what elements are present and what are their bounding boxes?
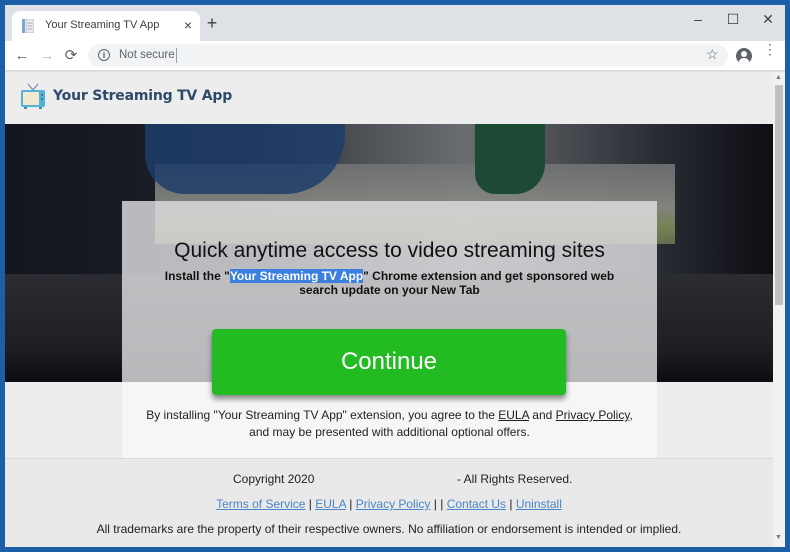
hero-player-left: [145, 124, 345, 194]
scroll-thumb[interactable]: [775, 85, 783, 305]
scroll-up-arrow-icon[interactable]: ▲: [775, 74, 782, 81]
browser-menu-icon[interactable]: ⋮: [763, 42, 777, 66]
browser-toolbar: ← → ⟳ i Not secure ☆ ⋮: [5, 41, 785, 71]
reload-button[interactable]: ⟳: [60, 45, 82, 67]
selected-text: Your Streaming TV App: [229, 269, 364, 283]
headline: Quick anytime access to video streaming …: [174, 239, 605, 262]
subheadline-prefix: Install the ": [164, 269, 230, 283]
page-viewport: Your Streaming TV App Quick anytime acce…: [5, 72, 773, 547]
footer-link-contact[interactable]: Contact Us: [447, 497, 506, 511]
site-logo-text[interactable]: Your Streaming TV App: [53, 88, 232, 104]
footer-link-privacy[interactable]: Privacy Policy: [356, 497, 431, 511]
tab-active[interactable]: Your Streaming TV App ×: [12, 11, 200, 41]
eula-link[interactable]: EULA: [498, 408, 529, 422]
footer-link-eula[interactable]: EULA: [315, 497, 346, 511]
bookmark-star-icon[interactable]: ☆: [706, 46, 719, 63]
info-icon[interactable]: i: [98, 49, 110, 61]
agreement-text: By installing "Your Streaming TV App" ex…: [142, 407, 637, 441]
separator: |: [506, 497, 516, 511]
back-button[interactable]: ←: [11, 45, 33, 67]
close-window-button[interactable]: ✕: [751, 7, 785, 31]
address-bar[interactable]: i Not secure ☆: [88, 44, 728, 67]
security-indicator[interactable]: Not secure: [119, 49, 175, 61]
separator: | |: [430, 497, 447, 511]
page-scrollbar[interactable]: ▲ ▼: [773, 72, 785, 547]
subheadline: Install the "Your Streaming TV App" Chro…: [152, 269, 627, 297]
separator: |: [345, 497, 356, 511]
privacy-policy-link[interactable]: Privacy Policy: [556, 408, 630, 422]
agreement-prefix: By installing "Your Streaming TV App" ex…: [146, 408, 499, 422]
profile-avatar-icon[interactable]: [736, 48, 752, 64]
footer-links: Terms of Service | EULA | Privacy Policy…: [5, 497, 773, 511]
text-caret: [176, 48, 177, 63]
hero-player-right: [475, 124, 545, 194]
page-favicon-icon: [22, 19, 34, 33]
disclaimer-text: All trademarks are the property of their…: [96, 522, 682, 536]
agreement-and: and: [528, 408, 556, 422]
minimize-button[interactable]: –: [681, 7, 715, 31]
footer-link-terms[interactable]: Terms of Service: [216, 497, 305, 511]
browser-window: Your Streaming TV App × + – ☐ ✕ ← → ⟳ i …: [5, 5, 785, 547]
copyright-text: Copyright 2020: [233, 472, 315, 486]
install-panel: Quick anytime access to video streaming …: [122, 201, 657, 461]
tv-logo-icon: [21, 83, 45, 109]
site-footer: Copyright 2020 - All Rights Reserved. Te…: [5, 458, 773, 547]
forward-button[interactable]: →: [36, 45, 58, 67]
site-header: Your Streaming TV App: [5, 72, 773, 120]
separator: |: [305, 497, 316, 511]
tab-close-icon[interactable]: ×: [180, 16, 196, 34]
tab-title: Your Streaming TV App: [45, 19, 160, 31]
tab-strip: Your Streaming TV App × + – ☐ ✕: [5, 5, 785, 41]
maximize-button[interactable]: ☐: [716, 7, 750, 31]
rights-text: - All Rights Reserved.: [457, 472, 573, 486]
continue-button[interactable]: Continue: [212, 329, 566, 395]
scroll-down-arrow-icon[interactable]: ▼: [775, 534, 782, 541]
new-tab-button[interactable]: +: [203, 14, 221, 32]
footer-link-uninstall[interactable]: Uninstall: [516, 497, 562, 511]
